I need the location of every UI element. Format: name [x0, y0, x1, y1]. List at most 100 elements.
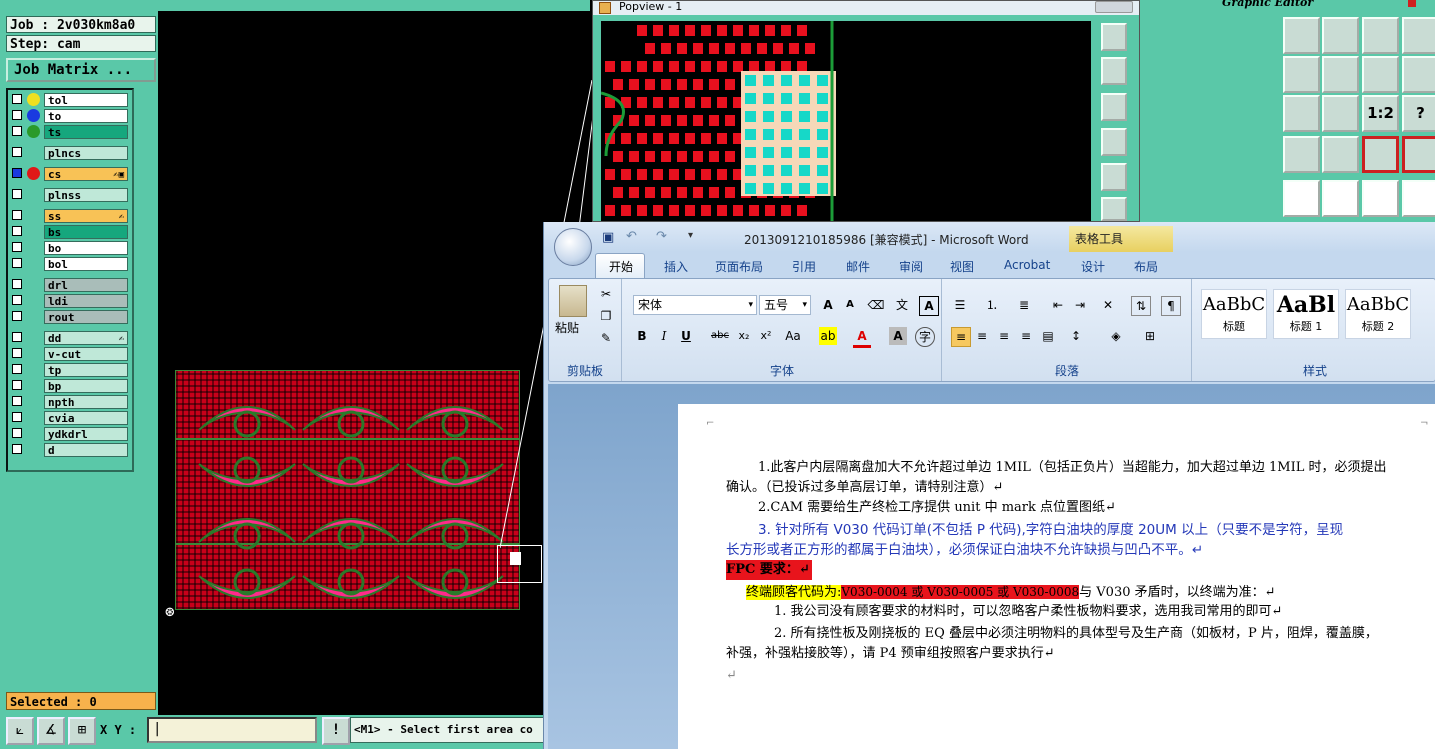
layer-checkbox[interactable]: [12, 396, 22, 406]
cut-icon[interactable]: ✂: [597, 285, 615, 303]
ruler-icon[interactable]: [1362, 180, 1399, 217]
superscript-icon[interactable]: x²: [757, 327, 775, 345]
rotate-icon[interactable]: [1402, 56, 1435, 93]
layer-row-dd[interactable]: dd ✍: [10, 331, 130, 345]
layer-checkbox[interactable]: [12, 210, 22, 220]
redo-icon[interactable]: ↷: [656, 229, 667, 244]
char-border-icon[interactable]: A: [919, 296, 939, 316]
subscript-icon[interactable]: x₂: [735, 327, 753, 345]
help-icon[interactable]: ?: [1402, 95, 1435, 132]
strikethrough-icon[interactable]: abc: [711, 327, 729, 345]
snap-icon[interactable]: ⟀: [6, 717, 34, 745]
save-icon[interactable]: ▣: [602, 230, 614, 245]
mirror-icon[interactable]: [1362, 56, 1399, 93]
camera-icon[interactable]: [1283, 136, 1320, 173]
layer-row-rout[interactable]: rout: [10, 310, 130, 324]
font-name-select[interactable]: 宋体 ▾: [633, 295, 757, 315]
change-case-icon[interactable]: Aa: [781, 327, 805, 345]
paste-button[interactable]: 粘贴: [555, 319, 579, 336]
layer-checkbox[interactable]: [12, 412, 22, 422]
phonetic-icon[interactable]: 文: [893, 296, 911, 314]
layer-checkbox[interactable]: [12, 258, 22, 268]
layer-row-bo[interactable]: bo: [10, 241, 130, 255]
bold-icon[interactable]: B: [633, 327, 651, 345]
layer-checkbox[interactable]: [12, 168, 22, 178]
tab-2[interactable]: 页面布局: [715, 258, 763, 275]
pan-up-icon[interactable]: [1101, 57, 1127, 85]
pan-down-icon[interactable]: [1101, 93, 1127, 121]
tab-4[interactable]: 邮件: [846, 258, 870, 275]
enclose-char-icon[interactable]: 字: [915, 327, 935, 347]
tab-9[interactable]: 布局: [1134, 258, 1158, 275]
show-marks-icon[interactable]: ¶: [1161, 296, 1181, 316]
customize-qat-icon[interactable]: ▾: [688, 230, 693, 241]
format-painter-icon[interactable]: ✎: [597, 329, 615, 347]
layer-row-cs[interactable]: cs ✍▣: [10, 167, 130, 181]
grow-font-icon[interactable]: A: [819, 296, 837, 314]
shrink-font-icon[interactable]: A: [841, 296, 859, 314]
tab-1[interactable]: 插入: [664, 258, 688, 275]
align-left-icon[interactable]: ≡: [951, 327, 971, 347]
xy-input[interactable]: |: [147, 717, 317, 743]
layer-checkbox[interactable]: [12, 279, 22, 289]
align-right-icon[interactable]: ≡: [995, 327, 1013, 345]
underline-icon[interactable]: U: [677, 327, 695, 345]
layer-row-bs[interactable]: bs: [10, 225, 130, 239]
justify-icon[interactable]: ≡: [1017, 327, 1035, 345]
layer-checkbox[interactable]: [12, 126, 22, 136]
home-icon[interactable]: [1362, 17, 1399, 54]
layer-checkbox[interactable]: [12, 110, 22, 120]
bullets-icon[interactable]: ☰: [951, 296, 969, 314]
tab-3[interactable]: 引用: [792, 258, 816, 275]
layer-row-ldi[interactable]: ldi: [10, 294, 130, 308]
popview-canvas[interactable]: [601, 21, 1091, 221]
layer-row-drl[interactable]: drl: [10, 278, 130, 292]
tab-7[interactable]: Acrobat: [1004, 258, 1050, 272]
font-color-icon[interactable]: A: [853, 327, 871, 348]
tab-8[interactable]: 设计: [1081, 258, 1105, 275]
layer-checkbox[interactable]: [12, 226, 22, 236]
pan-right-icon[interactable]: [1101, 163, 1127, 191]
italic-icon[interactable]: I: [655, 327, 673, 345]
numbering-icon[interactable]: ⒈: [983, 296, 1001, 314]
layer-row-d[interactable]: d: [10, 443, 130, 457]
zoom-out-icon[interactable]: [1101, 197, 1127, 221]
flag-icon[interactable]: [1322, 180, 1359, 217]
line-spacing-icon[interactable]: ↕: [1067, 327, 1085, 345]
font-size-select[interactable]: 五号 ▾: [759, 295, 811, 315]
move-down-icon[interactable]: [1322, 17, 1359, 54]
layer-checkbox[interactable]: [12, 428, 22, 438]
shift-left-icon[interactable]: [1283, 56, 1320, 93]
layer-checkbox[interactable]: [12, 189, 22, 199]
layer-row-cvia[interactable]: cvia: [10, 411, 130, 425]
zoom-fit-icon[interactable]: [1101, 23, 1127, 51]
layer-checkbox[interactable]: [12, 242, 22, 252]
layer-checkbox[interactable]: [12, 147, 22, 157]
tab-0[interactable]: 开始: [609, 258, 633, 275]
asian-layout-icon[interactable]: ✕: [1099, 296, 1117, 314]
layer-row-ts[interactable]: ts: [10, 125, 130, 139]
layer-row-tp[interactable]: tp: [10, 363, 130, 377]
shading-icon[interactable]: ◈: [1107, 327, 1125, 345]
layer-row-ss[interactable]: ss ✍: [10, 209, 130, 223]
center-icon[interactable]: [1322, 95, 1359, 132]
tab-5[interactable]: 审阅: [899, 258, 923, 275]
tab-6[interactable]: 视图: [950, 258, 974, 275]
layer-checkbox[interactable]: [12, 348, 22, 358]
close-icon[interactable]: [1095, 1, 1133, 13]
char-shading-icon[interactable]: A: [889, 327, 907, 345]
style-item[interactable]: AaBl 标题 1: [1273, 289, 1339, 339]
distribute-icon[interactable]: ▤: [1039, 327, 1057, 345]
layer-checkbox[interactable]: [12, 94, 22, 104]
layer-row-plncs[interactable]: plncs: [10, 146, 130, 160]
net-icon[interactable]: [1362, 136, 1399, 173]
layer-row-bol[interactable]: bol: [10, 257, 130, 271]
split-icon[interactable]: [1402, 17, 1435, 54]
multilevel-list-icon[interactable]: ≣: [1015, 296, 1033, 314]
layer-checkbox[interactable]: [12, 332, 22, 342]
pin-icon[interactable]: [1283, 180, 1320, 217]
layer-checkbox[interactable]: [12, 380, 22, 390]
clear-format-icon[interactable]: ⌫: [867, 296, 885, 314]
sort-icon[interactable]: ⇅: [1131, 296, 1151, 316]
document-page[interactable]: ⌐ ¬ 1.此客户内层隔离盘加大不允许超过单边 1MIL（包括正负片）当超能力，…: [678, 404, 1435, 749]
